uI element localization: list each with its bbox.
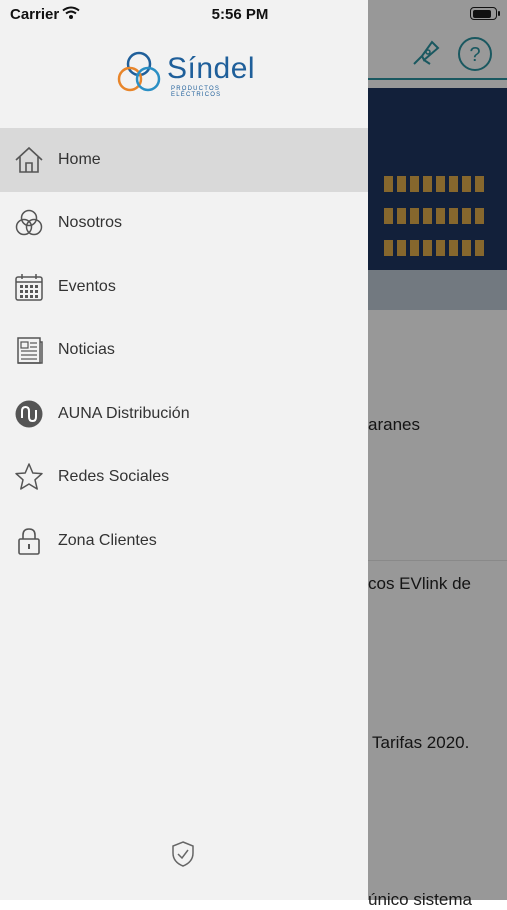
menu-item-auna[interactable]: AUNA Distribución — [0, 382, 368, 446]
menu-item-eventos[interactable]: Eventos — [0, 255, 368, 319]
battery-icon — [470, 7, 500, 20]
lock-icon — [18, 527, 40, 555]
home-icon — [15, 146, 43, 173]
logo-text: Síndel — [167, 52, 256, 85]
menu-item-zona-clientes[interactable]: Zona Clientes — [0, 509, 368, 573]
shield-check-icon[interactable] — [170, 840, 196, 868]
auna-icon — [15, 400, 43, 428]
menu-item-label: Eventos — [58, 277, 116, 295]
clock: 5:56 PM — [211, 6, 269, 23]
menu-item-label: Home — [58, 150, 101, 168]
calendar-icon — [15, 273, 43, 301]
menu-item-label: AUNA Distribución — [58, 404, 190, 422]
menu-item-label: Zona Clientes — [58, 531, 157, 549]
logo-circles-icon — [117, 51, 161, 92]
side-drawer: Síndel PRODUCTOS ELÉCTRICOS Home Nosotro… — [0, 0, 368, 900]
menu-item-label: Nosotros — [58, 214, 123, 232]
menu-item-nosotros[interactable]: Nosotros — [0, 192, 368, 256]
drawer-menu: Home Nosotros Eventos Noticias AUNA Dist… — [0, 128, 368, 573]
sindel-logo: Síndel PRODUCTOS ELÉCTRICOS — [115, 46, 265, 100]
circles-icon — [15, 210, 43, 236]
logo-subtext: PRODUCTOS ELÉCTRICOS — [171, 86, 222, 98]
menu-item-label: Redes Sociales — [58, 468, 170, 486]
star-icon — [15, 463, 43, 490]
menu-item-noticias[interactable]: Noticias — [0, 319, 368, 383]
menu-item-label: Noticias — [58, 341, 115, 359]
menu-item-home[interactable]: Home — [0, 128, 368, 192]
newspaper-icon — [17, 337, 43, 364]
status-bar: Carrier 5:56 PM — [0, 0, 507, 30]
menu-item-redes-sociales[interactable]: Redes Sociales — [0, 446, 368, 510]
